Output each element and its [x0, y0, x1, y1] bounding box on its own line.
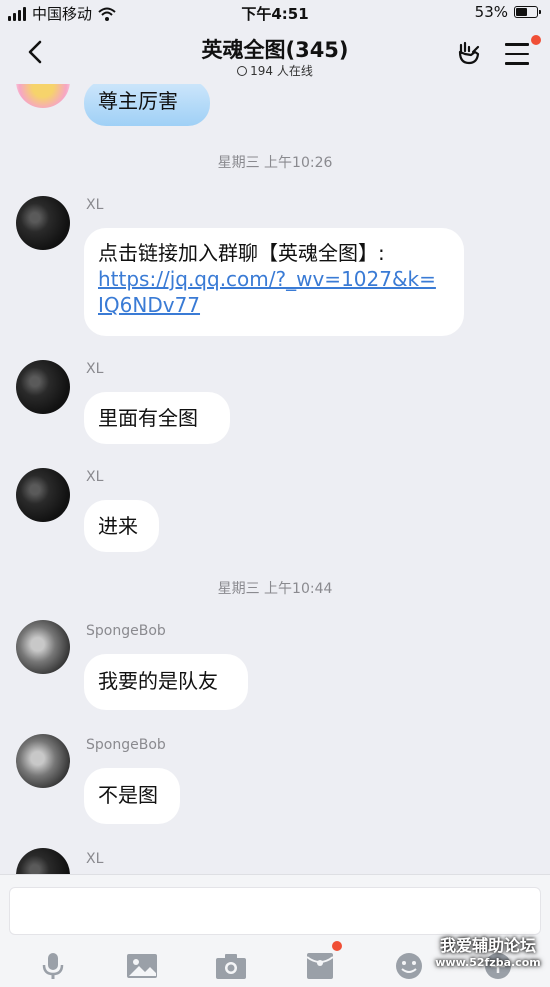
- camera-button[interactable]: [214, 951, 248, 981]
- emoji-icon: [396, 953, 422, 979]
- input-area: [0, 874, 550, 987]
- status-time: 下午4:51: [241, 5, 309, 23]
- message-bubble[interactable]: 不是图: [84, 768, 180, 824]
- chat-list[interactable]: 尊主厉害 星期三 上午10:26 XL 点击链接加入群聊【英魂全图】: http…: [0, 84, 550, 874]
- message-text: 点击链接加入群聊【英魂全图】:: [98, 241, 385, 265]
- nav-bar: 英魂全图(345) 194 人在线: [0, 26, 550, 84]
- menu-button[interactable]: [505, 43, 529, 65]
- watermark: 我爱辅助论坛 www.52fzba.com: [428, 936, 548, 970]
- red-packet-icon: [306, 953, 334, 979]
- message-bubble[interactable]: 里面有全图: [84, 392, 230, 444]
- sender-name: SpongeBob: [86, 623, 166, 639]
- avatar[interactable]: [16, 196, 70, 250]
- hand-button[interactable]: [456, 39, 484, 67]
- avatar[interactable]: [16, 734, 70, 788]
- avatar[interactable]: [16, 360, 70, 414]
- image-icon: [127, 954, 157, 978]
- menu-icon: [505, 43, 529, 65]
- status-bar: 中国移动 下午4:51 53%: [0, 0, 550, 26]
- message-text: 里面有全图: [98, 406, 198, 430]
- emoji-button[interactable]: [392, 951, 426, 981]
- message-bubble[interactable]: 我要的是队友: [84, 654, 248, 710]
- avatar[interactable]: [16, 84, 70, 108]
- sender-name: XL: [86, 469, 104, 485]
- message-text: 不是图: [98, 783, 158, 807]
- message-text: 我要的是队友: [98, 669, 218, 693]
- message-bubble[interactable]: 进来: [84, 500, 159, 552]
- menu-badge: [531, 35, 541, 45]
- online-icon: [237, 66, 248, 76]
- avatar[interactable]: [16, 620, 70, 674]
- sender-name: XL: [86, 197, 104, 213]
- message-text: 尊主厉害: [98, 89, 178, 113]
- camera-icon: [216, 954, 246, 979]
- message-link-wrap: https://jq.qq.com/?_wv=1027&k=IQ6NDv77: [98, 266, 438, 318]
- online-label: 194 人在线: [250, 64, 313, 78]
- red-packet-badge: [332, 941, 342, 951]
- image-button[interactable]: [125, 951, 159, 981]
- watermark-line1: 我爱辅助论坛: [439, 936, 536, 955]
- battery-percent: 53%: [474, 3, 508, 21]
- mic-icon: [42, 953, 64, 979]
- timestamp: 星期三 上午10:44: [217, 581, 333, 597]
- battery-icon: [514, 6, 541, 18]
- red-packet-button[interactable]: [303, 951, 337, 981]
- message-link[interactable]: https://jq.qq.com/?_wv=1027&k=IQ6NDv77: [98, 267, 436, 317]
- sender-name: SpongeBob: [86, 737, 166, 753]
- status-right: 53%: [474, 3, 541, 21]
- voice-button[interactable]: [36, 951, 70, 981]
- message-bubble[interactable]: 点击链接加入群聊【英魂全图】: https://jq.qq.com/?_wv=1…: [84, 228, 464, 336]
- avatar[interactable]: [16, 468, 70, 522]
- watermark-line2: www.52fzba.com: [435, 956, 541, 969]
- avatar[interactable]: [16, 848, 70, 874]
- sender-name: XL: [86, 851, 104, 867]
- timestamp: 星期三 上午10:26: [217, 155, 333, 171]
- message-text: 进来: [98, 514, 138, 538]
- hand-icon: [458, 41, 480, 65]
- message-bubble[interactable]: 尊主厉害: [84, 84, 210, 126]
- sender-name: XL: [86, 361, 104, 377]
- message-input[interactable]: [9, 887, 541, 935]
